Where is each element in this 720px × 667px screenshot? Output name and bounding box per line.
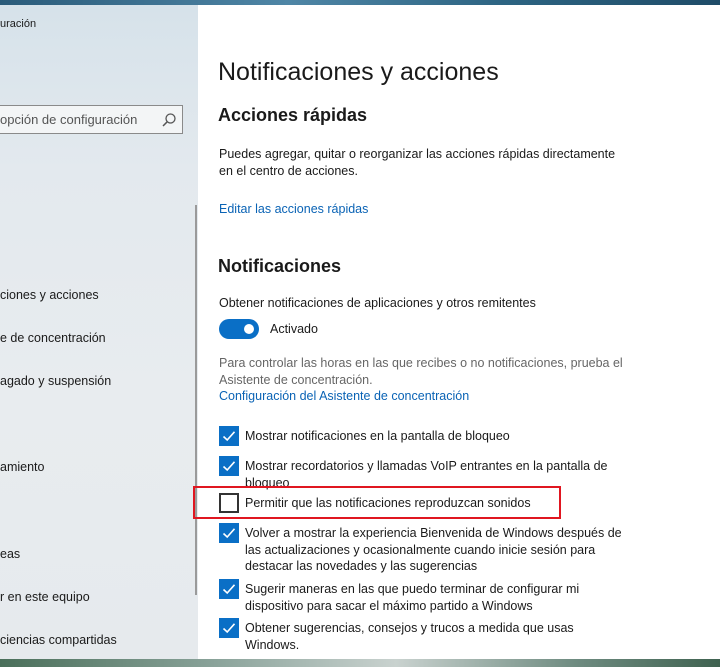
checkmark-icon: [222, 623, 236, 634]
checkbox-checked[interactable]: [219, 579, 239, 599]
checkmark-icon: [222, 528, 236, 539]
checkmark-icon: [222, 461, 236, 472]
checkbox-checked[interactable]: [219, 618, 239, 638]
app-title: uración: [0, 18, 37, 30]
toggle-state-label: Activado: [270, 322, 318, 336]
sidebar-item-power-sleep[interactable]: agado y suspensión: [0, 374, 111, 388]
sidebar-item-storage[interactable]: amiento: [0, 460, 44, 474]
sidebar-item-notifications[interactable]: ciones y acciones: [0, 288, 99, 302]
get-notifications-label: Obtener notificaciones de aplicaciones y…: [219, 296, 536, 310]
toggle-knob: [244, 324, 254, 334]
search-icon[interactable]: [161, 112, 177, 128]
checkmark-icon: [222, 584, 236, 595]
edit-quick-actions-link[interactable]: Editar las acciones rápidas: [219, 202, 368, 216]
quick-actions-heading: Acciones rápidas: [218, 105, 368, 125]
settings-sidebar: uración ciones y acciones e de concentra…: [0, 5, 198, 659]
quick-actions-description: Puedes agregar, quitar o reorganizar las…: [219, 147, 616, 178]
sidebar-item-multitasking[interactable]: eas: [0, 547, 20, 561]
main-panel: Notificaciones y acciones Acciones rápid…: [198, 5, 720, 659]
notifications-toggle[interactable]: [219, 319, 259, 339]
checkmark-icon: [222, 431, 236, 442]
checkbox-checked[interactable]: [219, 426, 239, 446]
option-label: Obtener sugerencias, consejos y trucos a…: [245, 621, 574, 652]
option-label: Volver a mostrar la experiencia Bienveni…: [245, 526, 622, 573]
checkbox-checked[interactable]: [219, 523, 239, 543]
sidebar-item-shared-experiences[interactable]: ciencias compartidas: [0, 633, 117, 647]
focus-assist-settings-link[interactable]: Configuración del Asistente de concentra…: [219, 389, 469, 403]
page-title: Notificaciones y acciones: [218, 58, 499, 86]
highlight-annotation: [193, 486, 561, 519]
search-box[interactable]: [0, 105, 183, 134]
sidebar-item-focus-assist[interactable]: e de concentración: [0, 331, 106, 345]
search-input[interactable]: [0, 106, 159, 133]
option-label: Sugerir maneras en las que puedo termina…: [245, 582, 580, 613]
sidebar-item-projecting[interactable]: r en este equipo: [0, 590, 90, 604]
checkbox-checked[interactable]: [219, 456, 239, 476]
focus-assist-description: Para controlar las horas en las que reci…: [219, 356, 623, 387]
sidebar-scrollbar[interactable]: [195, 205, 197, 595]
desktop-background-bottom: [0, 659, 720, 667]
option-label: Mostrar notificaciones en la pantalla de…: [245, 429, 510, 443]
notifications-heading: Notificaciones: [218, 256, 342, 276]
